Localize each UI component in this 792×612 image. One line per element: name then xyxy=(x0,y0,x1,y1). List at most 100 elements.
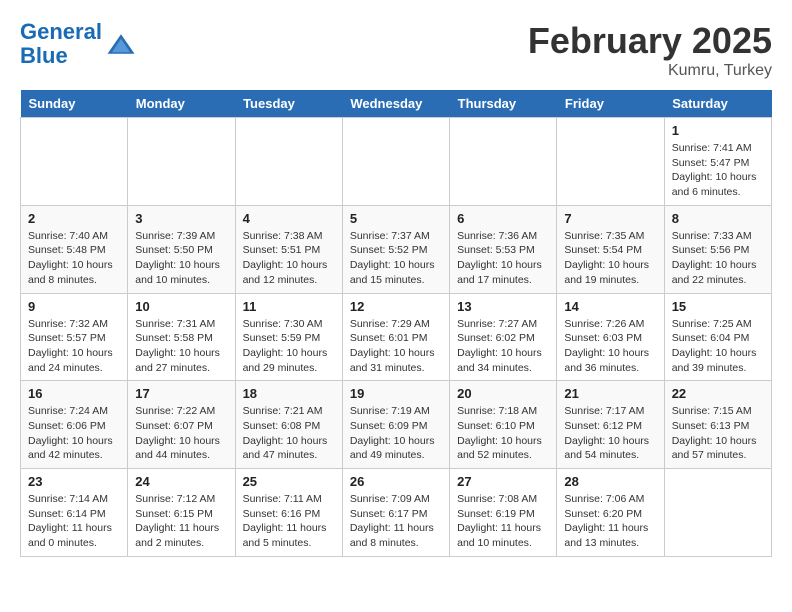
location: Kumru, Turkey xyxy=(528,62,772,80)
day-number: 8 xyxy=(672,211,764,226)
calendar-cell xyxy=(450,118,557,206)
day-info: Sunrise: 7:19 AM Sunset: 6:09 PM Dayligh… xyxy=(350,404,442,463)
calendar-cell xyxy=(128,118,235,206)
calendar-cell: 20 Sunrise: 7:18 AM Sunset: 6:10 PM Dayli… xyxy=(450,381,557,469)
day-info: Sunrise: 7:06 AM Sunset: 6:20 PM Dayligh… xyxy=(564,492,656,551)
day-number: 14 xyxy=(564,299,656,314)
calendar-cell: 7 Sunrise: 7:35 AM Sunset: 5:54 PM Daylig… xyxy=(557,205,664,293)
day-number: 26 xyxy=(350,474,442,489)
calendar-cell xyxy=(235,118,342,206)
day-info: Sunrise: 7:18 AM Sunset: 6:10 PM Dayligh… xyxy=(457,404,549,463)
day-info: Sunrise: 7:40 AM Sunset: 5:48 PM Dayligh… xyxy=(28,229,120,288)
calendar-cell: 11 Sunrise: 7:30 AM Sunset: 5:59 PM Dayli… xyxy=(235,293,342,381)
day-info: Sunrise: 7:29 AM Sunset: 6:01 PM Dayligh… xyxy=(350,317,442,376)
calendar-cell: 27 Sunrise: 7:08 AM Sunset: 6:19 PM Dayli… xyxy=(450,469,557,557)
day-number: 2 xyxy=(28,211,120,226)
calendar-cell: 10 Sunrise: 7:31 AM Sunset: 5:58 PM Dayli… xyxy=(128,293,235,381)
calendar-week-row: 16Sunrise: 7:24 AM Sunset: 6:06 PM Dayli… xyxy=(21,381,772,469)
calendar-week-row: 23 Sunrise: 7:14 AM Sunset: 6:14 PM Dayli… xyxy=(21,469,772,557)
calendar-cell: 1 Sunrise: 7:41 AM Sunset: 5:47 PM Daylig… xyxy=(664,118,771,206)
calendar-cell: 28 Sunrise: 7:06 AM Sunset: 6:20 PM Dayli… xyxy=(557,469,664,557)
day-info: Sunrise: 7:09 AM Sunset: 6:17 PM Dayligh… xyxy=(350,492,442,551)
day-info: Sunrise: 7:27 AM Sunset: 6:02 PM Dayligh… xyxy=(457,317,549,376)
page-header: General Blue February 2025 Kumru, Turkey xyxy=(20,20,772,80)
calendar-week-row: 1 Sunrise: 7:41 AM Sunset: 5:47 PM Daylig… xyxy=(21,118,772,206)
day-info: Sunrise: 7:08 AM Sunset: 6:19 PM Dayligh… xyxy=(457,492,549,551)
calendar-cell: 23 Sunrise: 7:14 AM Sunset: 6:14 PM Dayli… xyxy=(21,469,128,557)
day-info: Sunrise: 7:11 AM Sunset: 6:16 PM Dayligh… xyxy=(243,492,335,551)
calendar-cell: 17 Sunrise: 7:22 AM Sunset: 6:07 PM Dayli… xyxy=(128,381,235,469)
calendar-cell: 6 Sunrise: 7:36 AM Sunset: 5:53 PM Daylig… xyxy=(450,205,557,293)
day-info: Sunrise: 7:33 AM Sunset: 5:56 PM Dayligh… xyxy=(672,229,764,288)
title-area: February 2025 Kumru, Turkey xyxy=(528,20,772,80)
calendar-week-row: 2 Sunrise: 7:40 AM Sunset: 5:48 PM Daylig… xyxy=(21,205,772,293)
day-number: 1 xyxy=(672,123,764,138)
day-number: 19 xyxy=(350,386,442,401)
calendar-cell: 2 Sunrise: 7:40 AM Sunset: 5:48 PM Daylig… xyxy=(21,205,128,293)
calendar-cell: 21Sunrise: 7:17 AM Sunset: 6:12 PM Dayli… xyxy=(557,381,664,469)
calendar-cell: 25 Sunrise: 7:11 AM Sunset: 6:16 PM Dayli… xyxy=(235,469,342,557)
weekday-header: Wednesday xyxy=(342,90,449,118)
day-number: 27 xyxy=(457,474,549,489)
calendar-cell: 9Sunrise: 7:32 AM Sunset: 5:57 PM Daylig… xyxy=(21,293,128,381)
day-number: 25 xyxy=(243,474,335,489)
logo: General Blue xyxy=(20,20,136,68)
weekday-header: Tuesday xyxy=(235,90,342,118)
day-info: Sunrise: 7:15 AM Sunset: 6:13 PM Dayligh… xyxy=(672,404,764,463)
calendar-cell: 5 Sunrise: 7:37 AM Sunset: 5:52 PM Daylig… xyxy=(342,205,449,293)
calendar-cell xyxy=(557,118,664,206)
calendar-cell xyxy=(21,118,128,206)
day-number: 3 xyxy=(135,211,227,226)
day-info: Sunrise: 7:35 AM Sunset: 5:54 PM Dayligh… xyxy=(564,229,656,288)
day-info: Sunrise: 7:31 AM Sunset: 5:58 PM Dayligh… xyxy=(135,317,227,376)
day-number: 12 xyxy=(350,299,442,314)
weekday-header: Monday xyxy=(128,90,235,118)
day-info: Sunrise: 7:12 AM Sunset: 6:15 PM Dayligh… xyxy=(135,492,227,551)
day-number: 16 xyxy=(28,386,120,401)
calendar-cell: 19 Sunrise: 7:19 AM Sunset: 6:09 PM Dayli… xyxy=(342,381,449,469)
day-info: Sunrise: 7:39 AM Sunset: 5:50 PM Dayligh… xyxy=(135,229,227,288)
calendar-cell: 18 Sunrise: 7:21 AM Sunset: 6:08 PM Dayli… xyxy=(235,381,342,469)
day-info: Sunrise: 7:22 AM Sunset: 6:07 PM Dayligh… xyxy=(135,404,227,463)
calendar-cell: 8 Sunrise: 7:33 AM Sunset: 5:56 PM Daylig… xyxy=(664,205,771,293)
day-number: 24 xyxy=(135,474,227,489)
day-number: 18 xyxy=(243,386,335,401)
day-number: 20 xyxy=(457,386,549,401)
calendar-cell: 24 Sunrise: 7:12 AM Sunset: 6:15 PM Dayli… xyxy=(128,469,235,557)
weekday-header: Sunday xyxy=(21,90,128,118)
day-number: 28 xyxy=(564,474,656,489)
day-info: Sunrise: 7:14 AM Sunset: 6:14 PM Dayligh… xyxy=(28,492,120,551)
day-info: Sunrise: 7:26 AM Sunset: 6:03 PM Dayligh… xyxy=(564,317,656,376)
day-info: Sunrise: 7:37 AM Sunset: 5:52 PM Dayligh… xyxy=(350,229,442,288)
calendar-week-row: 9Sunrise: 7:32 AM Sunset: 5:57 PM Daylig… xyxy=(21,293,772,381)
day-info: Sunrise: 7:41 AM Sunset: 5:47 PM Dayligh… xyxy=(672,141,764,200)
day-number: 10 xyxy=(135,299,227,314)
day-number: 11 xyxy=(243,299,335,314)
day-info: Sunrise: 7:17 AM Sunset: 6:12 PM Dayligh… xyxy=(564,404,656,463)
day-number: 9 xyxy=(28,299,120,314)
day-number: 7 xyxy=(564,211,656,226)
day-number: 6 xyxy=(457,211,549,226)
weekday-header-row: SundayMondayTuesdayWednesdayThursdayFrid… xyxy=(21,90,772,118)
day-number: 22 xyxy=(672,386,764,401)
day-info: Sunrise: 7:30 AM Sunset: 5:59 PM Dayligh… xyxy=(243,317,335,376)
calendar-cell: 3 Sunrise: 7:39 AM Sunset: 5:50 PM Daylig… xyxy=(128,205,235,293)
day-number: 5 xyxy=(350,211,442,226)
logo-line1: General xyxy=(20,19,102,44)
day-number: 4 xyxy=(243,211,335,226)
day-info: Sunrise: 7:38 AM Sunset: 5:51 PM Dayligh… xyxy=(243,229,335,288)
day-info: Sunrise: 7:21 AM Sunset: 6:08 PM Dayligh… xyxy=(243,404,335,463)
calendar-cell: 16Sunrise: 7:24 AM Sunset: 6:06 PM Dayli… xyxy=(21,381,128,469)
logo-line2: Blue xyxy=(20,43,68,68)
day-info: Sunrise: 7:36 AM Sunset: 5:53 PM Dayligh… xyxy=(457,229,549,288)
weekday-header: Thursday xyxy=(450,90,557,118)
day-number: 17 xyxy=(135,386,227,401)
day-number: 23 xyxy=(28,474,120,489)
calendar-cell: 13Sunrise: 7:27 AM Sunset: 6:02 PM Dayli… xyxy=(450,293,557,381)
calendar-cell: 22 Sunrise: 7:15 AM Sunset: 6:13 PM Dayli… xyxy=(664,381,771,469)
calendar-cell: 12 Sunrise: 7:29 AM Sunset: 6:01 PM Dayli… xyxy=(342,293,449,381)
calendar-cell: 4 Sunrise: 7:38 AM Sunset: 5:51 PM Daylig… xyxy=(235,205,342,293)
calendar-cell: 15Sunrise: 7:25 AM Sunset: 6:04 PM Dayli… xyxy=(664,293,771,381)
weekday-header: Friday xyxy=(557,90,664,118)
logo-icon xyxy=(106,29,136,59)
